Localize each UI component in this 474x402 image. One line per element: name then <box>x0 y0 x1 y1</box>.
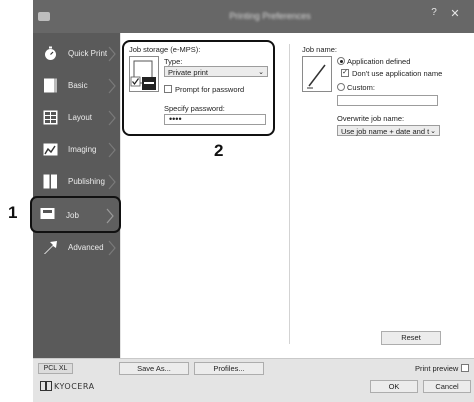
chevron-right-icon <box>108 240 116 256</box>
section-divider <box>289 44 290 344</box>
kyocera-brand: KYOCERA <box>54 382 95 391</box>
overwrite-select-value: Use job name + date and t <box>341 127 430 136</box>
reset-button[interactable]: Reset <box>381 331 441 345</box>
sidebar-item-label: Layout <box>68 113 93 122</box>
overwrite-job-name-select[interactable]: Use job name + date and t ⌄ <box>337 125 440 136</box>
sidebar-item-publishing[interactable]: Publishing <box>33 167 120 197</box>
chevron-down-icon: ⌄ <box>258 69 264 76</box>
prompt-password-label: Prompt for password <box>175 85 245 94</box>
chevron-right-icon <box>108 78 116 94</box>
specify-password-label: Specify password: <box>164 104 225 113</box>
job-storage-heading: Job storage (e-MPS): <box>129 45 201 54</box>
print-preview-checkbox[interactable] <box>461 364 469 372</box>
chevron-right-icon <box>108 110 116 126</box>
kyocera-logo-icon <box>40 381 52 391</box>
job-icon <box>40 208 55 219</box>
sidebar-item-label: Advanced <box>68 243 104 252</box>
sidebar-item-quick-print[interactable]: Quick Print <box>33 39 120 69</box>
basic-icon <box>44 78 57 93</box>
callout-number-2: 2 <box>214 141 224 160</box>
chevron-right-icon <box>106 208 114 224</box>
sidebar-item-basic[interactable]: Basic <box>33 71 120 101</box>
sidebar-item-label: Imaging <box>68 145 97 154</box>
prompt-password-checkbox[interactable] <box>164 85 172 93</box>
ok-button[interactable]: OK <box>370 380 418 393</box>
custom-label: Custom: <box>347 83 375 92</box>
sidebar-item-advanced[interactable]: Advanced <box>33 233 120 263</box>
chevron-down-icon: ⌄ <box>430 128 436 135</box>
dont-use-app-name-checkbox[interactable]: ✓ <box>341 69 349 77</box>
custom-radio[interactable] <box>337 83 345 91</box>
profiles-button[interactable]: Profiles... <box>194 362 264 375</box>
save-as-button[interactable]: Save As... <box>119 362 189 375</box>
callout-number-1: 1 <box>8 203 18 222</box>
job-storage-icon <box>129 56 159 92</box>
layout-icon <box>43 110 58 125</box>
printer-icon <box>38 12 50 21</box>
password-input[interactable]: •••• <box>164 114 266 125</box>
publishing-icon <box>43 174 57 189</box>
help-button[interactable]: ? <box>427 7 441 21</box>
imaging-icon <box>43 143 58 156</box>
advanced-icon <box>44 241 57 254</box>
window-title: Printing Preferences <box>229 11 311 21</box>
type-select[interactable]: Private print ⌄ <box>164 66 268 77</box>
cancel-button[interactable]: Cancel <box>423 380 471 393</box>
sidebar-item-layout[interactable]: Layout <box>33 103 120 133</box>
chevron-right-icon <box>108 174 116 190</box>
sidebar-item-label: Quick Print <box>68 49 108 58</box>
sidebar-item-job[interactable]: Job <box>30 196 121 233</box>
print-preview-label: Print preview <box>415 364 459 373</box>
pdl-button[interactable]: PCL XL <box>38 363 73 374</box>
type-select-value: Private print <box>168 68 209 77</box>
stopwatch-icon <box>45 46 56 60</box>
job-name-icon <box>302 56 332 92</box>
sidebar-item-label: Job <box>66 211 79 220</box>
dont-use-app-name-label: Don't use application name <box>352 69 443 78</box>
sidebar-item-imaging[interactable]: Imaging <box>33 135 120 165</box>
custom-name-input[interactable] <box>337 95 438 106</box>
chevron-right-icon <box>108 46 116 62</box>
job-name-heading: Job name: <box>302 45 338 54</box>
application-defined-label: Application defined <box>347 57 411 66</box>
application-defined-radio[interactable] <box>337 57 345 65</box>
close-button[interactable]: ✕ <box>449 8 461 20</box>
overwrite-job-name-label: Overwrite job name: <box>337 114 405 123</box>
sidebar-item-label: Publishing <box>68 177 105 186</box>
sidebar-item-label: Basic <box>68 81 88 90</box>
chevron-right-icon <box>108 142 116 158</box>
type-label: Type: <box>164 57 183 66</box>
